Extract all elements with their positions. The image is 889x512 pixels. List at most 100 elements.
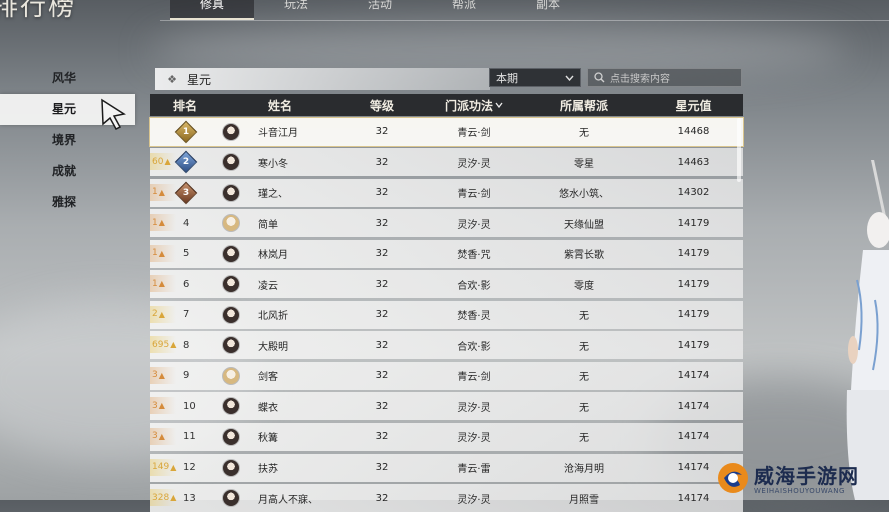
table-row[interactable]: 60▲2寒小冬32灵汐·灵零星14463 <box>150 148 743 176</box>
school-cell: 灵汐·灵 <box>424 209 524 237</box>
player-name: 斗音江月 <box>258 124 298 139</box>
level-cell: 32 <box>340 362 424 390</box>
player-name: 秋篝 <box>258 429 278 444</box>
player-name: 林岚月 <box>258 246 288 261</box>
table-row[interactable]: 1▲5林岚月32焚香·咒紫霄长歌14179 <box>150 240 743 268</box>
school-cell: 青云·雷 <box>424 454 524 482</box>
value-cell: 14302 <box>644 179 743 207</box>
guild-cell: 零度 <box>524 270 644 298</box>
school-cell: 灵汐·灵 <box>424 423 524 451</box>
top-nav: 修真 玩法 活动 帮派 副本 <box>170 0 590 20</box>
sidebar: 风华 星元 境界 成就 雅探 <box>0 63 135 218</box>
school-cell: 合欢·影 <box>424 270 524 298</box>
table-row[interactable]: 695▲8大殿明32合欢·影无14179 <box>150 331 743 359</box>
rank-up-arrow-icon: ▲ <box>170 463 176 472</box>
header-value: 星元值 <box>644 94 743 116</box>
section-title: 星元 <box>187 71 211 88</box>
name-cell: 蝶衣 <box>220 392 340 420</box>
name-cell: 月高人不寐、 <box>220 484 340 512</box>
rank-cell: 3▲9 <box>150 362 220 390</box>
school-cell: 灵汐·灵 <box>424 484 524 512</box>
level-cell: 32 <box>340 270 424 298</box>
table-row[interactable]: 1▲3瑾之、32青云·剑悠水小筑、14302 <box>150 179 743 207</box>
guild-cell: 无 <box>524 392 644 420</box>
scrollbar-thumb[interactable] <box>737 118 741 182</box>
tab-cultivation[interactable]: 修真 <box>170 0 254 20</box>
watermark-main: 威海手游网 <box>754 460 859 489</box>
rank-up-arrow-icon: ▲ <box>159 188 165 197</box>
value-cell: 14468 <box>644 118 743 146</box>
rank-change: 695▲ <box>150 336 176 353</box>
name-cell: 简单 <box>220 209 340 237</box>
guild-cell: 沧海月明 <box>524 454 644 482</box>
rank-change: 60▲ <box>150 153 176 170</box>
level-cell: 32 <box>340 331 424 359</box>
level-cell: 32 <box>340 148 424 176</box>
table-row[interactable]: 3▲9剑客32青云·剑无14174 <box>150 362 743 390</box>
rank-badge-number: 2 <box>179 155 193 169</box>
level-cell: 32 <box>340 484 424 512</box>
table-row[interactable]: 1斗音江月32青云·剑无14468 <box>150 118 743 146</box>
avatar[interactable] <box>222 153 240 171</box>
name-cell: 扶苏 <box>220 454 340 482</box>
table-row[interactable]: 1▲6凌云32合欢·影零度14179 <box>150 270 743 298</box>
rank-change: 3▲ <box>150 428 176 445</box>
name-cell: 大殿明 <box>220 331 340 359</box>
avatar[interactable] <box>222 214 240 232</box>
rank-change: 3▲ <box>150 397 176 414</box>
avatar[interactable] <box>222 336 240 354</box>
watermark-logo-icon <box>716 461 750 495</box>
avatar[interactable] <box>222 489 240 507</box>
avatar[interactable] <box>222 367 240 385</box>
name-cell: 秋篝 <box>220 423 340 451</box>
table-row[interactable]: 1▲4简单32灵汐·灵天缘仙盟14179 <box>150 209 743 237</box>
avatar[interactable] <box>222 428 240 446</box>
table-row[interactable]: 3▲10蝶衣32灵汐·灵无14174 <box>150 392 743 420</box>
table-row[interactable]: 2▲7北风折32焚香·灵无14179 <box>150 301 743 329</box>
header-school-label: 门派功法 <box>445 97 493 114</box>
level-cell: 32 <box>340 240 424 268</box>
rank-up-arrow-icon: ▲ <box>164 157 170 166</box>
table-row[interactable]: 3▲11秋篝32灵汐·灵无14174 <box>150 423 743 451</box>
value-cell: 14174 <box>644 362 743 390</box>
tab-guild[interactable]: 帮派 <box>422 0 506 20</box>
rank-number: 9 <box>183 370 189 381</box>
sidebar-item-fenghua[interactable]: 风华 <box>0 63 135 94</box>
header-school[interactable]: 门派功法 <box>424 94 524 116</box>
sidebar-item-chengjiu[interactable]: 成就 <box>0 156 135 187</box>
header-name: 姓名 <box>220 94 340 116</box>
avatar[interactable] <box>222 459 240 477</box>
name-cell: 北风折 <box>220 301 340 329</box>
tab-gameplay[interactable]: 玩法 <box>254 0 338 20</box>
top-divider <box>160 20 889 21</box>
avatar[interactable] <box>222 123 240 141</box>
avatar[interactable] <box>222 306 240 324</box>
table-row[interactable]: 328▲13月高人不寐、32灵汐·灵月照雪14174 <box>150 484 743 512</box>
rank-cell: 695▲8 <box>150 331 220 359</box>
rank-cell: 1▲3 <box>150 179 220 207</box>
level-cell: 32 <box>340 454 424 482</box>
rank-change: 1▲ <box>150 245 176 262</box>
sidebar-item-yatan[interactable]: 雅探 <box>0 187 135 218</box>
player-name: 月高人不寐、 <box>258 491 318 506</box>
guild-cell: 月照雪 <box>524 484 644 512</box>
period-select[interactable]: 本期 <box>489 68 581 87</box>
rank-change-value: 149 <box>152 462 169 472</box>
name-cell: 凌云 <box>220 270 340 298</box>
search-input[interactable]: 点击搜索内容 <box>587 68 742 87</box>
avatar[interactable] <box>222 184 240 202</box>
table-row[interactable]: 149▲12扶苏32青云·雷沧海月明14174 <box>150 454 743 482</box>
rank-cell: 1▲6 <box>150 270 220 298</box>
watermark-text: 威海手游网 WEIHAISHOUYOUWANG <box>754 460 859 495</box>
level-cell: 32 <box>340 179 424 207</box>
value-cell: 14179 <box>644 240 743 268</box>
avatar[interactable] <box>222 397 240 415</box>
tab-dungeon[interactable]: 副本 <box>506 0 590 20</box>
tab-events[interactable]: 活动 <box>338 0 422 20</box>
avatar[interactable] <box>222 245 240 263</box>
rank-change: 328▲ <box>150 489 176 506</box>
rank-cell: 1▲4 <box>150 209 220 237</box>
avatar[interactable] <box>222 275 240 293</box>
rank-change-value: 3 <box>152 401 158 411</box>
rank-change: 1▲ <box>150 214 176 231</box>
